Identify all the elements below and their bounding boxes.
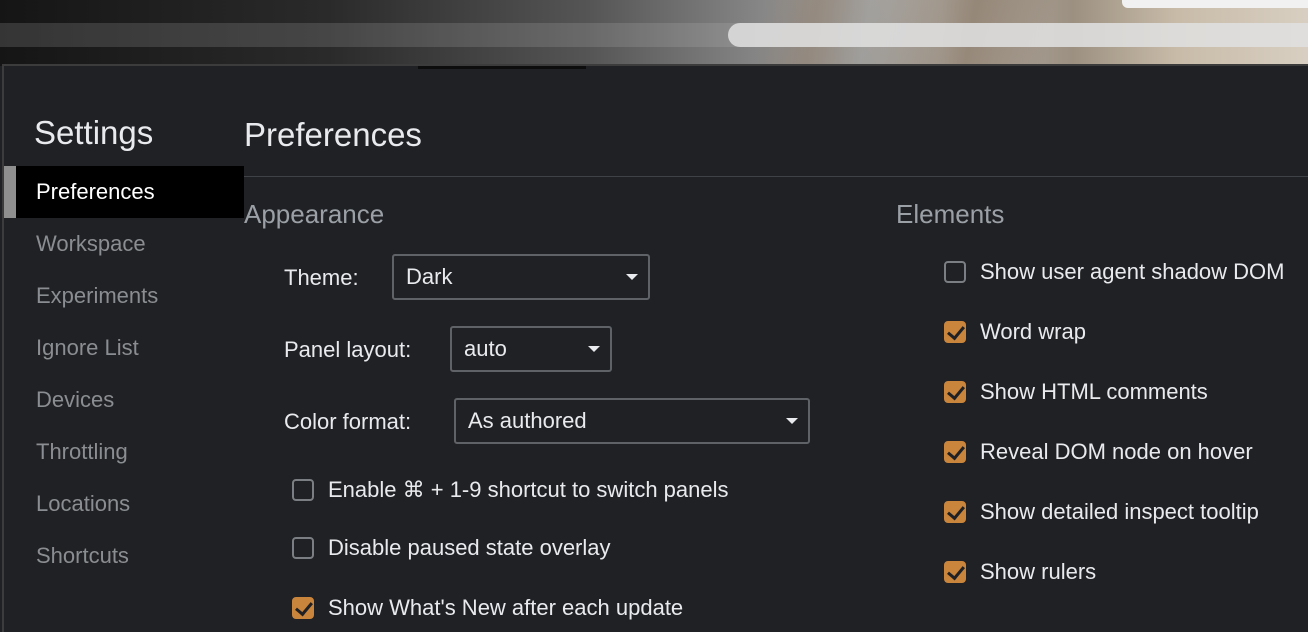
window-edge [1122, 0, 1308, 8]
page-title: Preferences [244, 116, 422, 153]
show-user-agent-shadow-dom-label: Show user agent shadow DOM [980, 259, 1285, 284]
theme-label: Theme: [284, 265, 359, 290]
show-user-agent-shadow-dom-checkbox[interactable] [944, 261, 966, 283]
show-html-comments-option[interactable]: Show HTML comments [944, 378, 1208, 406]
theme-select-value: Dark [406, 264, 453, 289]
sidebar-item-label: Preferences [36, 179, 155, 204]
chevron-down-icon [626, 274, 638, 280]
panel-layout-select-value: auto [464, 336, 507, 361]
show-whats-new-label: Show What's New after each update [328, 595, 684, 620]
show-html-comments-label: Show HTML comments [980, 379, 1208, 404]
sidebar-item-experiments[interactable]: Experiments [4, 270, 244, 322]
sidebar-item-ignore-list[interactable]: Ignore List [4, 322, 244, 374]
disable-paused-overlay-label: Disable paused state overlay [328, 535, 611, 560]
show-html-comments-checkbox[interactable] [944, 381, 966, 403]
checkmark-icon [295, 597, 313, 617]
elements-heading: Elements [896, 199, 1005, 229]
checkmark-icon [947, 561, 965, 581]
chevron-down-icon [588, 346, 600, 352]
reveal-dom-node-checkbox[interactable] [944, 441, 966, 463]
sidebar-item-label: Devices [36, 387, 115, 412]
checkmark-icon [947, 321, 965, 341]
show-whats-new-checkbox[interactable] [292, 597, 314, 619]
show-user-agent-shadow-dom-option[interactable]: Show user agent shadow DOM [944, 258, 1285, 286]
disable-paused-overlay-checkbox[interactable] [292, 537, 314, 559]
color-format-select-value: As authored [468, 408, 587, 433]
enable-shortcut-label: Enable ⌘ + 1-9 shortcut to switch panels [328, 477, 729, 502]
color-format-label: Color format: [284, 409, 412, 434]
word-wrap-label: Word wrap [980, 319, 1086, 344]
checkmark-icon [947, 441, 965, 461]
reveal-dom-node-label: Reveal DOM node on hover [980, 439, 1253, 464]
sidebar-item-devices[interactable]: Devices [4, 374, 244, 426]
sidebar-item-label: Workspace [36, 231, 146, 256]
reveal-dom-node-option[interactable]: Reveal DOM node on hover [944, 438, 1253, 466]
enable-shortcut-checkbox[interactable] [292, 479, 314, 501]
panel-layout-select[interactable]: auto [450, 326, 612, 372]
panel-layout-label: Panel layout: [284, 337, 412, 362]
sidebar-item-label: Ignore List [36, 335, 139, 360]
show-detailed-inspect-tooltip-checkbox[interactable] [944, 501, 966, 523]
show-whats-new-option[interactable]: Show What's New after each update [292, 594, 683, 622]
show-rulers-label: Show rulers [980, 559, 1097, 584]
chevron-down-icon [786, 418, 798, 424]
horizontal-scrollbar-thumb[interactable] [728, 23, 1308, 47]
word-wrap-option[interactable]: Word wrap [944, 318, 1086, 346]
sidebar-item-label: Throttling [36, 439, 128, 464]
sidebar-item-locations[interactable]: Locations [4, 478, 244, 530]
show-detailed-inspect-tooltip-label: Show detailed inspect tooltip [980, 499, 1259, 524]
show-rulers-option[interactable]: Show rulers [944, 558, 1096, 586]
color-format-select[interactable]: As authored [454, 398, 810, 444]
checkmark-icon [947, 381, 965, 401]
sidebar-item-shortcuts[interactable]: Shortcuts [4, 530, 244, 582]
disable-paused-overlay-option[interactable]: Disable paused state overlay [292, 534, 611, 562]
settings-title: Settings [34, 114, 154, 151]
enable-shortcut-option[interactable]: Enable ⌘ + 1-9 shortcut to switch panels [292, 476, 729, 504]
title-divider [244, 176, 1308, 177]
sidebar-item-label: Experiments [36, 283, 159, 308]
show-rulers-checkbox[interactable] [944, 561, 966, 583]
sidebar-item-label: Shortcuts [36, 543, 129, 568]
active-tab-marker [418, 66, 586, 69]
checkmark-icon [947, 501, 965, 521]
appearance-heading: Appearance [244, 199, 385, 229]
word-wrap-checkbox[interactable] [944, 321, 966, 343]
sidebar-item-preferences[interactable]: Preferences [4, 166, 244, 218]
sidebar-item-label: Locations [36, 491, 131, 516]
sidebar-item-workspace[interactable]: Workspace [4, 218, 244, 270]
sidebar-item-throttling[interactable]: Throttling [4, 426, 244, 478]
show-detailed-inspect-tooltip-option[interactable]: Show detailed inspect tooltip [944, 498, 1259, 526]
theme-select[interactable]: Dark [392, 254, 650, 300]
